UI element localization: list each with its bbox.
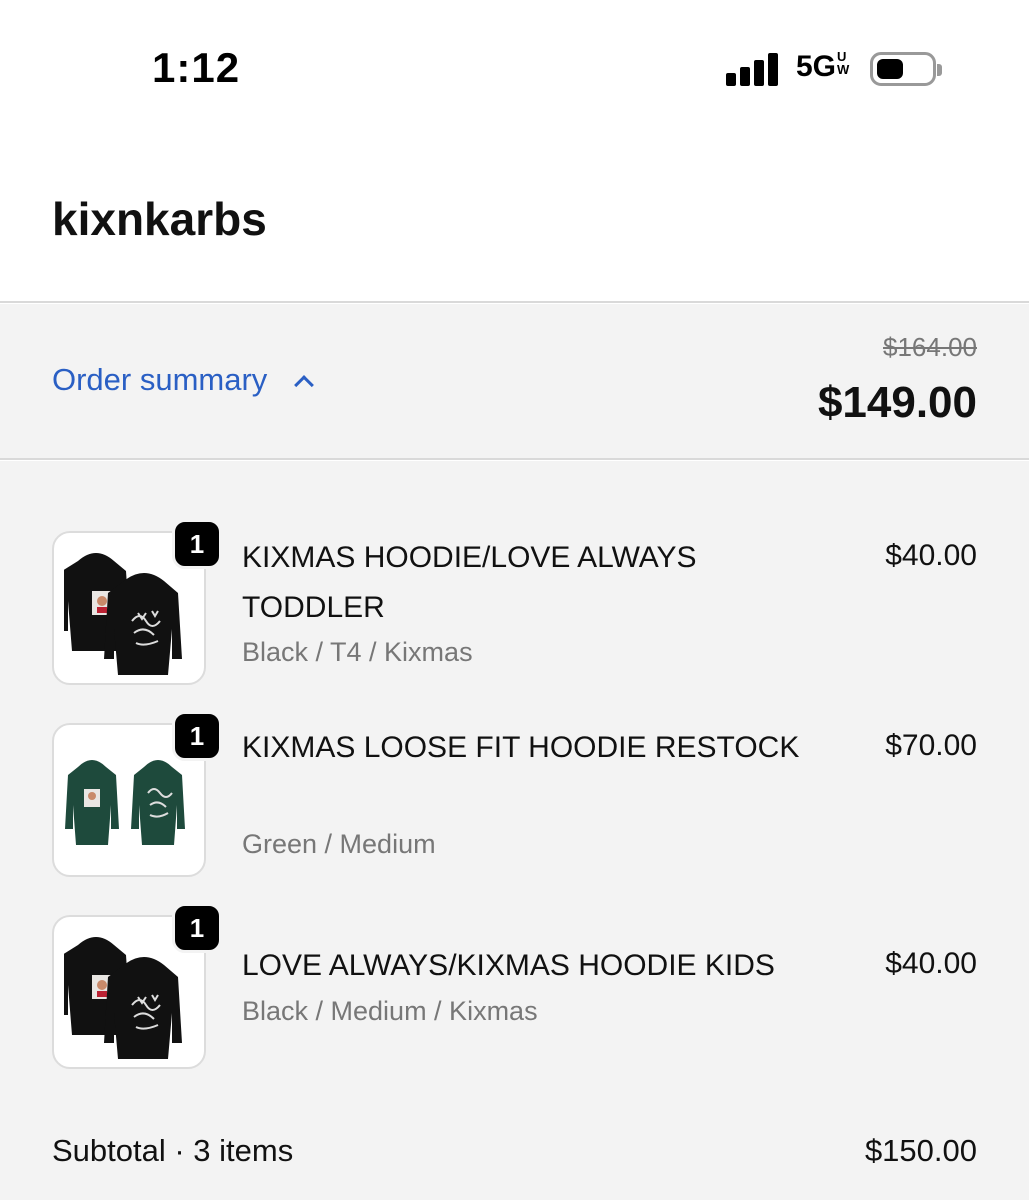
item-variant: Black / T4 / Kixmas: [242, 637, 473, 667]
item-variant: Black / Medium / Kixmas: [242, 996, 538, 1026]
store-header: kixnkarbs: [0, 140, 1029, 303]
hoodie-back-icon: [104, 957, 182, 1059]
item-name: LOVE ALWAYS/KIXMAS HOODIE KIDS: [242, 949, 775, 982]
battery-icon: [870, 52, 942, 86]
order-summary-label: Order summary: [52, 362, 268, 397]
status-time: 1:12: [152, 44, 241, 91]
network-label: 5G: [796, 50, 837, 83]
item-name: KIXMAS LOOSE FIT HOODIE RESTOCK: [242, 731, 800, 764]
item-price: $70.00: [885, 729, 977, 762]
item-variant: Green / Medium: [242, 829, 436, 859]
subtotal-value: $150.00: [864, 1133, 977, 1168]
subtotal-label: Subtotal · 3 items: [52, 1133, 294, 1168]
item-price: $40.00: [885, 947, 977, 980]
quantity-badge: 1: [172, 711, 222, 761]
network-indicator: 5GU W: [796, 50, 849, 84]
chevron-up-icon[interactable]: [294, 375, 315, 395]
product-thumbnail: 1: [52, 903, 222, 1069]
store-name: kixnkarbs: [52, 193, 267, 245]
quantity-badge: 1: [172, 903, 222, 953]
quantity-badge: 1: [172, 519, 222, 569]
hoodie-back-icon: [104, 573, 182, 675]
line-items: 1 KIXMAS HOODIE/LOVE ALWAYS TODDLER Blac…: [0, 461, 1029, 1200]
status-bar: 1:12 5GU W: [0, 0, 1029, 140]
order-summary-toggle[interactable]: Order summary: [52, 362, 315, 398]
product-thumbnail: 1: [52, 711, 222, 877]
item-price: $40.00: [885, 539, 977, 572]
order-summary-bar[interactable]: Order summary $164.00 $149.00: [0, 304, 1029, 460]
original-total: $164.00: [883, 332, 977, 362]
order-total: $149.00: [817, 378, 977, 427]
hoodie-back-icon: [131, 760, 185, 845]
item-name: KIXMAS HOODIE/LOVE ALWAYS TODDLER: [242, 541, 697, 624]
network-badge-bottom: W: [837, 62, 850, 77]
product-thumbnail: 1: [52, 519, 222, 685]
hoodie-front-icon: [65, 760, 119, 845]
signal-icon: [726, 52, 780, 86]
